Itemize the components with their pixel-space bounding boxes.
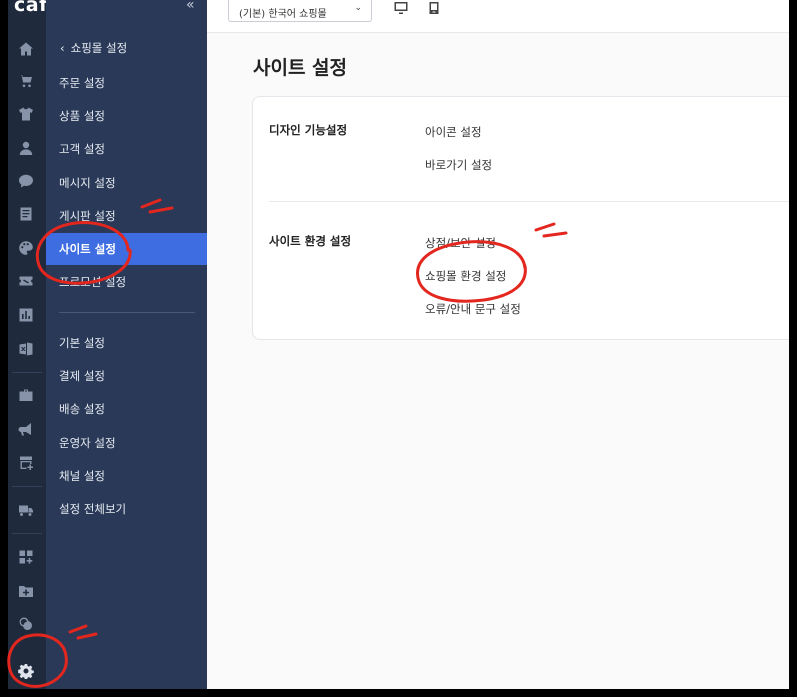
icon-rail: cafe24 [8, 0, 88, 689]
sidebar-item-customer[interactable]: 고객 설정 [46, 133, 207, 165]
sidebar-item-site[interactable]: 사이트 설정 [46, 233, 207, 265]
store-add-icon[interactable] [17, 454, 35, 472]
top-header: (기본) 한국어 쇼핑몰 ⌄ [207, 0, 789, 33]
mall-select[interactable]: (기본) 한국어 쇼핑몰 ⌄ [228, 0, 372, 22]
collapse-sidebar-button[interactable]: « [186, 0, 195, 13]
user-icon[interactable] [17, 139, 35, 157]
mobile-icon[interactable] [426, 2, 442, 18]
rail-divider [12, 372, 42, 373]
sidebar-divider [59, 312, 195, 313]
home-icon[interactable] [17, 40, 35, 58]
rail-divider [12, 533, 42, 534]
apps-icon[interactable] [17, 548, 35, 566]
monitor-icon[interactable] [393, 2, 409, 18]
board-icon[interactable] [17, 205, 35, 223]
shirt-icon[interactable] [17, 105, 35, 123]
link-store-security-settings[interactable]: 상점/보안 설정 [425, 235, 496, 251]
sidebar-item-promotion[interactable]: 프로모션 설정 [46, 266, 207, 298]
sidebar-item-channel[interactable]: 채널 설정 [46, 460, 207, 492]
settings-sidebar: « ‹ 쇼핑몰 설정 주문 설정 상품 설정 고객 설정 메시지 설정 게시판 … [46, 0, 207, 689]
chevron-down-icon: ⌄ [354, 3, 362, 13]
megaphone-icon[interactable] [17, 420, 35, 438]
sidebar-item-message[interactable]: 메시지 설정 [46, 167, 207, 199]
sidebar-item-payment[interactable]: 결제 설정 [46, 360, 207, 392]
sidebar-item-shipping[interactable]: 배송 설정 [46, 393, 207, 425]
link-shortcut-settings[interactable]: 바로가기 설정 [425, 157, 492, 173]
sidebar-item-all-settings[interactable]: 설정 전체보기 [46, 493, 207, 525]
link-error-notice-settings[interactable]: 오류/안내 문구 설정 [425, 301, 521, 317]
section-label-design: 디자인 기능설정 [269, 123, 348, 137]
sidebar-item-operator[interactable]: 운영자 설정 [46, 427, 207, 459]
settings-card: 디자인 기능설정 아이콘 설정 바로가기 설정 사이트 환경 설정 상점/보안 … [252, 96, 789, 340]
sidebar-item-product[interactable]: 상품 설정 [46, 100, 207, 132]
chat-icon[interactable] [17, 172, 35, 190]
app-window: cafe24 [8, 0, 789, 689]
sidebar-item-basic[interactable]: 기본 설정 [46, 327, 207, 359]
cart-icon[interactable] [17, 72, 35, 90]
promotion-icon[interactable] [17, 272, 35, 290]
sidebar-item-board[interactable]: 게시판 설정 [46, 200, 207, 232]
copy-icon[interactable] [17, 615, 35, 633]
truck-icon[interactable] [17, 501, 35, 519]
chevron-left-icon: ‹ [60, 41, 65, 55]
palette-icon[interactable] [17, 239, 35, 257]
folder-add-icon[interactable] [17, 582, 35, 600]
link-mall-environment-settings[interactable]: 쇼핑몰 환경 설정 [425, 268, 506, 284]
sidebar-item-order[interactable]: 주문 설정 [46, 67, 207, 99]
section-label-site-env: 사이트 환경 설정 [269, 234, 352, 248]
excel-icon[interactable] [17, 340, 35, 358]
back-label: 쇼핑몰 설정 [70, 41, 128, 55]
briefcase-icon[interactable] [17, 386, 35, 404]
rail-divider [12, 486, 42, 487]
section-divider [269, 201, 789, 202]
link-icon-settings[interactable]: 아이콘 설정 [425, 124, 482, 140]
page-title: 사이트 설정 [253, 57, 348, 79]
back-to-mall-settings[interactable]: ‹ 쇼핑몰 설정 [60, 40, 127, 56]
gear-icon[interactable] [17, 662, 35, 680]
mall-select-value: (기본) 한국어 쇼핑몰 [239, 9, 327, 20]
stats-icon[interactable] [17, 306, 35, 324]
